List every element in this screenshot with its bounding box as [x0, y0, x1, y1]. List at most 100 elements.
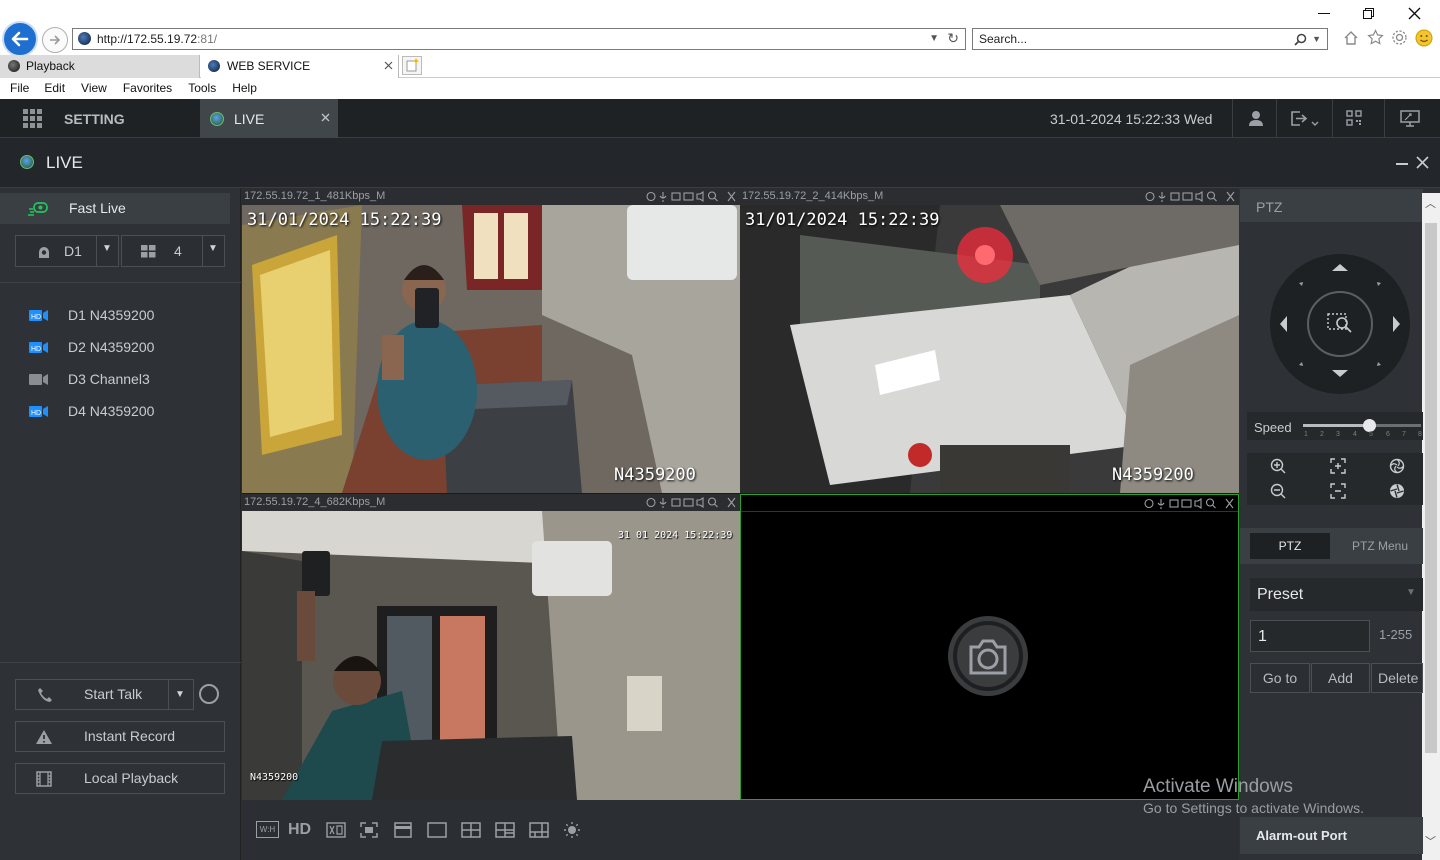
- preset-number-value: 1: [1258, 628, 1267, 645]
- grid-menu-icon[interactable]: [23, 109, 43, 128]
- new-tab-button[interactable]: [402, 56, 422, 75]
- talk-status-indicator[interactable]: [199, 684, 219, 704]
- monitor-icon[interactable]: [1400, 110, 1420, 127]
- ptz-direction-pad[interactable]: [1269, 253, 1411, 395]
- qr-code-icon[interactable]: [1346, 110, 1362, 126]
- menu-view[interactable]: View: [81, 78, 107, 99]
- video-pane-1[interactable]: 172.55.19.72_1_481Kbps_M 31/01/2024 15:2…: [242, 188, 740, 493]
- video-pane-4[interactable]: [740, 494, 1239, 800]
- smiley-feedback-icon[interactable]: [1415, 29, 1433, 47]
- fast-live-button[interactable]: Fast Live: [0, 193, 230, 224]
- forward-button[interactable]: [42, 27, 68, 53]
- layout-single-icon[interactable]: [394, 822, 412, 838]
- goto-preset-button[interactable]: Go to: [1250, 663, 1310, 693]
- restore-window-button[interactable]: [1363, 8, 1374, 19]
- pane-timestamp: 31/01/2024 15:22:39: [247, 210, 442, 230]
- minimize-panel-button[interactable]: [1396, 163, 1408, 165]
- channel-item-d2[interactable]: HD D2 N4359200: [26, 331, 226, 363]
- close-panel-button[interactable]: [1416, 156, 1429, 169]
- layout-8-icon[interactable]: [529, 822, 549, 838]
- layout-6-icon[interactable]: [495, 822, 515, 838]
- channel-item-d1[interactable]: HD D1 N4359200: [26, 299, 226, 331]
- speed-tick: 7: [1402, 431, 1406, 438]
- svg-text:HD: HD: [31, 346, 41, 353]
- browser-tab-strip: Playback WEB SERVICE: [0, 55, 1440, 78]
- refresh-icon[interactable]: ↻: [947, 28, 959, 48]
- search-icon[interactable]: [1294, 33, 1307, 46]
- pane-toolbar-icons[interactable]: [1145, 190, 1237, 203]
- tab-ptz-menu[interactable]: PTZ Menu: [1340, 533, 1420, 559]
- channel-item-d4[interactable]: HD D4 N4359200: [26, 395, 226, 427]
- video-pane-3[interactable]: 172.55.19.72_4_682Kbps_M 31 01 2024 15:2…: [242, 494, 740, 800]
- zoom-in-icon[interactable]: [1270, 458, 1286, 474]
- focus-near-icon[interactable]: [1330, 458, 1346, 474]
- add-preset-button[interactable]: Add: [1311, 663, 1370, 693]
- panel-scrollbar[interactable]: ︿ ﹀: [1422, 193, 1440, 860]
- menu-edit[interactable]: Edit: [44, 78, 65, 99]
- stream-quality-icon[interactable]: [326, 822, 346, 838]
- iris-open-icon[interactable]: [1389, 458, 1405, 474]
- fullscreen-icon[interactable]: [360, 822, 378, 838]
- dropdown-arrow-icon[interactable]: ▼: [929, 29, 939, 49]
- pane-camera-name: N4359200: [250, 772, 299, 783]
- preset-range-hint: 1-255: [1379, 627, 1413, 642]
- menu-help[interactable]: Help: [232, 78, 257, 99]
- minimize-window-button[interactable]: [1318, 13, 1330, 14]
- warning-icon: [36, 730, 52, 744]
- speed-tick: 3: [1336, 431, 1340, 438]
- speed-label: Speed: [1254, 420, 1292, 435]
- tab-ptz[interactable]: PTZ: [1250, 533, 1330, 559]
- zoom-out-icon[interactable]: [1270, 483, 1286, 499]
- logout-icon[interactable]: [1290, 110, 1322, 127]
- brightness-icon[interactable]: [563, 821, 581, 839]
- tab-playback[interactable]: Playback: [0, 55, 200, 78]
- video-toolbar: W:H HD: [242, 800, 1239, 860]
- address-bar[interactable]: http://172.55.19.72:81/ ▼ ↻: [72, 28, 966, 50]
- tab-live-label: LIVE: [234, 111, 265, 127]
- delete-preset-button[interactable]: Delete: [1371, 663, 1423, 693]
- user-icon[interactable]: [1248, 110, 1264, 127]
- gear-icon[interactable]: [1391, 29, 1408, 46]
- back-button[interactable]: [2, 21, 38, 57]
- device-select[interactable]: D1 ▼: [15, 235, 119, 267]
- tab-close-icon[interactable]: [384, 61, 393, 70]
- scroll-down-icon[interactable]: ﹀: [1425, 833, 1436, 849]
- layout-1-icon[interactable]: [427, 822, 447, 838]
- menu-file[interactable]: File: [10, 78, 29, 99]
- search-box[interactable]: Search... ▼: [972, 28, 1328, 50]
- start-talk-button[interactable]: Start Talk ▼: [15, 679, 194, 710]
- video-pane-2[interactable]: 172.55.19.72_2_414Kbps_M 31/01/2024 15:2…: [740, 188, 1239, 493]
- setting-menu[interactable]: SETTING: [64, 111, 125, 127]
- windows-activation-watermark: Activate Windows Go to Settings to activ…: [1143, 776, 1439, 816]
- alarm-out-port-section[interactable]: Alarm-out Port: [1240, 817, 1423, 854]
- speed-tick: 2: [1320, 431, 1324, 438]
- focus-far-icon[interactable]: [1330, 483, 1346, 499]
- pane-toolbar-icons[interactable]: [646, 496, 738, 509]
- tab-close-icon[interactable]: [321, 113, 330, 122]
- tab-live[interactable]: LIVE: [200, 99, 338, 138]
- back-arrow-icon: [11, 31, 29, 47]
- chevron-down-icon[interactable]: ▼: [175, 680, 185, 709]
- preset-number-input[interactable]: 1: [1250, 620, 1370, 652]
- close-window-button[interactable]: [1408, 7, 1421, 20]
- tab-web-service[interactable]: WEB SERVICE: [201, 55, 399, 78]
- hd-button[interactable]: HD: [288, 821, 311, 839]
- local-playback-button[interactable]: Local Playback: [15, 763, 225, 794]
- search-dropdown-icon[interactable]: ▼: [1312, 29, 1321, 49]
- pane-toolbar-icons[interactable]: [646, 190, 738, 203]
- aspect-ratio-button[interactable]: W:H: [256, 821, 279, 838]
- menu-favorites[interactable]: Favorites: [123, 78, 172, 99]
- favorites-star-icon[interactable]: [1367, 29, 1384, 46]
- split-select[interactable]: 4 ▼: [121, 235, 225, 267]
- preset-select[interactable]: Preset ▼: [1250, 578, 1423, 611]
- home-icon[interactable]: [1343, 30, 1359, 46]
- scroll-up-icon[interactable]: ︿: [1425, 195, 1436, 211]
- layout-4-icon[interactable]: [461, 822, 481, 838]
- speed-slider[interactable]: 1 2 3 4 5 6 7 8: [1303, 419, 1423, 438]
- instant-record-button[interactable]: Instant Record: [15, 721, 225, 752]
- menu-tools[interactable]: Tools: [188, 78, 216, 99]
- pane-toolbar-icons[interactable]: [1144, 497, 1236, 510]
- channel-item-d3[interactable]: D3 Channel3: [26, 363, 226, 395]
- iris-close-icon[interactable]: [1389, 483, 1405, 499]
- scrollbar-thumb[interactable]: [1425, 223, 1437, 753]
